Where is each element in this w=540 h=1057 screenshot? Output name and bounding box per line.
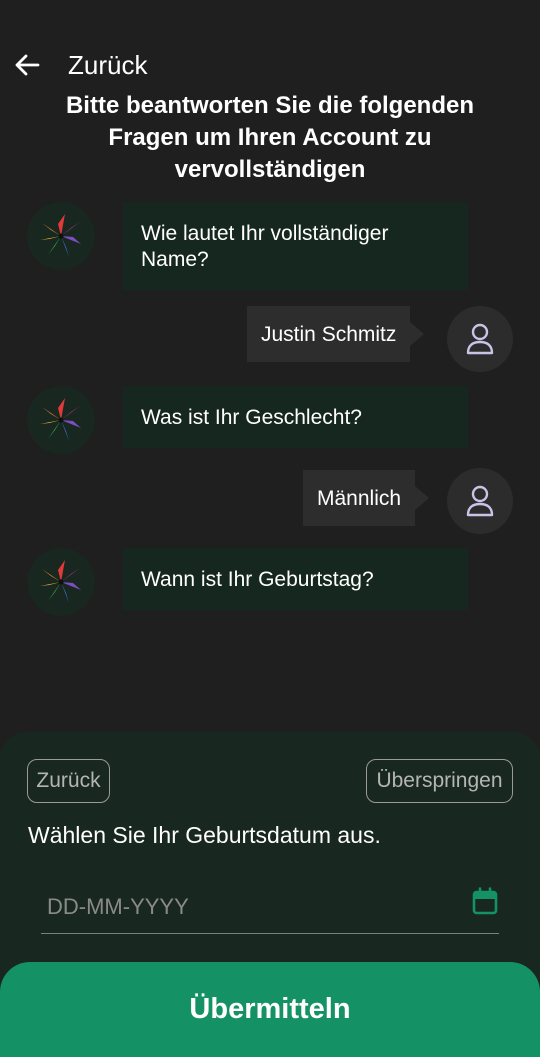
user-message: Justin Schmitz [247, 306, 425, 362]
header: Zurück [0, 40, 540, 90]
bot-avatar [27, 386, 95, 454]
bot-message: Wann ist Ihr Geburtstag? [123, 548, 468, 610]
pinwheel-logo-icon [40, 560, 81, 603]
arrow-left-icon[interactable] [12, 50, 42, 80]
user-avatar [447, 468, 513, 534]
bot-message: Was ist Ihr Geschlecht? [123, 386, 468, 448]
bot-avatar [27, 202, 95, 270]
calendar-icon[interactable] [472, 887, 498, 915]
bot-message: Wie lautet Ihr vollständiger Name? [123, 202, 468, 290]
back-button[interactable]: Zurück [27, 759, 110, 803]
bot-avatar [27, 548, 95, 616]
skip-button[interactable]: Überspringen [366, 759, 513, 803]
back-link[interactable]: Zurück [68, 50, 147, 81]
pinwheel-logo-icon [40, 398, 81, 441]
submit-button[interactable]: Übermitteln [0, 962, 540, 1057]
user-icon [466, 485, 494, 517]
user-avatar [447, 306, 513, 372]
date-prompt: Wählen Sie Ihr Geburtsdatum aus. [28, 822, 381, 848]
pinwheel-logo-icon [40, 214, 81, 257]
birthdate-input[interactable] [41, 880, 499, 934]
user-message: Männlich [303, 470, 430, 526]
page-title: Bitte beantworten Sie die folgenden Frag… [65, 92, 475, 183]
user-icon [466, 323, 494, 355]
